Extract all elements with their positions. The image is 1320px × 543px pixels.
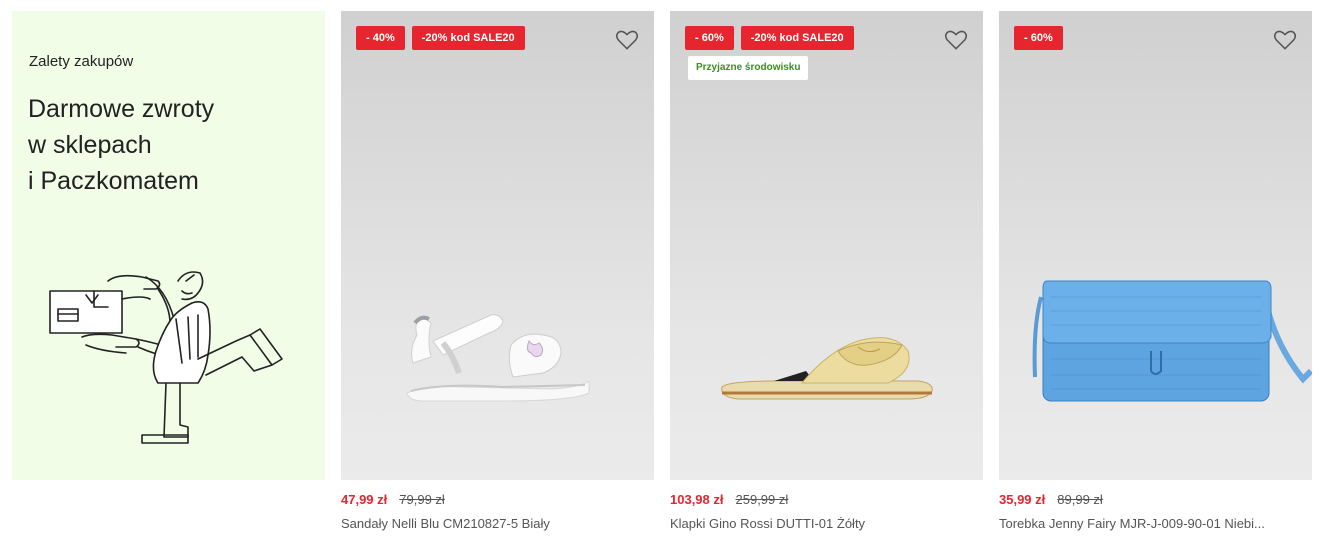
old-price: 79,99 zł	[399, 492, 445, 507]
badge-group: - 60%	[1014, 26, 1063, 50]
old-price: 89,99 zł	[1057, 492, 1103, 507]
promo-code-badge: -20% kod SALE20	[740, 26, 854, 50]
discount-badge: - 60%	[1014, 26, 1063, 50]
product-name-link[interactable]: Sandały Nelli Blu CM210827-5 Biały	[341, 516, 654, 531]
heart-icon[interactable]	[1272, 27, 1298, 53]
promo-code-badge: -20% kod SALE20	[411, 26, 525, 50]
sandal-image	[406, 314, 590, 402]
current-price: 103,98 zł	[670, 492, 724, 507]
price-row: 103,98 zł 259,99 zł	[670, 492, 788, 507]
price-row: 47,99 zł 79,99 zł	[341, 492, 445, 507]
promo-eyebrow: Zalety zakupów	[29, 53, 134, 70]
courier-illustration	[49, 271, 283, 444]
heart-icon[interactable]	[943, 27, 969, 53]
current-price: 35,99 zł	[999, 492, 1046, 507]
product-image-area[interactable]: - 40% -20% kod SALE20	[341, 11, 654, 480]
discount-badge: - 60%	[685, 26, 734, 50]
product-card[interactable]: - 60% -20% kod SALE20 Przyjazne środowis…	[670, 11, 983, 543]
product-image-area[interactable]: - 60% -20% kod SALE20 Przyjazne środowis…	[670, 11, 983, 480]
price-row: 35,99 zł 89,99 zł	[999, 492, 1103, 507]
product-name-link[interactable]: Klapki Gino Rossi DUTTI-01 Żółty	[670, 516, 983, 531]
product-card[interactable]: - 40% -20% kod SALE20 47,99 zł 79,99 zł …	[341, 11, 654, 543]
current-price: 47,99 zł	[341, 492, 388, 507]
discount-badge: - 40%	[356, 26, 405, 50]
badge-group: - 40% -20% kod SALE20	[356, 26, 525, 50]
product-image-area[interactable]: - 60%	[999, 11, 1312, 480]
promo-tile[interactable]: Zalety zakupów Darmowe zwroty w sklepach…	[12, 11, 325, 480]
badge-group: - 60% -20% kod SALE20	[685, 26, 854, 50]
heart-icon[interactable]	[614, 27, 640, 53]
product-card[interactable]: - 60% 35,99 zł 89,99 zł Torebka Jenny Fa…	[999, 11, 1312, 543]
product-name-link[interactable]: Torebka Jenny Fairy MJR-J-009-90-01 Nieb…	[999, 516, 1312, 531]
slipper-image	[721, 337, 933, 400]
handbag-image	[1032, 280, 1312, 402]
eco-friendly-badge: Przyjazne środowisku	[688, 56, 809, 80]
promo-title: Darmowe zwroty w sklepach i Paczkomatem	[28, 95, 215, 195]
old-price: 259,99 zł	[735, 492, 789, 507]
